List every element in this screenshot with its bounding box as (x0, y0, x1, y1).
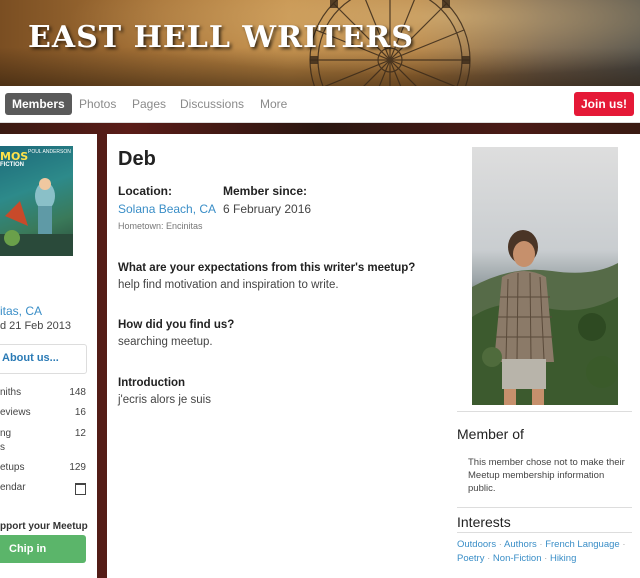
chip-in-button[interactable]: Chip in (0, 535, 86, 563)
stat-value: 148 (69, 387, 86, 398)
member-since-label: Member since: (223, 184, 308, 198)
group-nav-bar: Members Photos Pages Discussions More Jo… (0, 86, 640, 123)
stat-row[interactable]: eviews 16 (0, 407, 86, 418)
stat-value: 129 (69, 462, 86, 473)
answer-text: searching meetup. (118, 336, 213, 348)
tab-more[interactable]: More (260, 93, 287, 115)
panel-divider (457, 532, 632, 533)
stat-value: 12 (74, 428, 86, 439)
stat-label: etups (0, 462, 25, 473)
question-text: What are your expectations from this wri… (118, 262, 416, 274)
member-of-text: This member chose not to make their Meet… (468, 457, 625, 494)
stat-row[interactable]: s (0, 442, 86, 453)
panel-divider (457, 507, 632, 508)
interest-link[interactable]: Poetry (457, 553, 484, 564)
group-banner: EAST HELL WRITERS (0, 0, 640, 86)
chip-in-label: Chip in (9, 543, 47, 555)
interest-link[interactable]: French Language (545, 539, 619, 550)
stat-label: s (0, 442, 5, 453)
member-photo[interactable] (472, 147, 618, 405)
hometown-text: Hometown: Encinitas (118, 221, 203, 231)
member-profile-panel: Deb Location: Solana Beach, CA Hometown:… (107, 134, 640, 578)
stat-label: eviews (0, 407, 31, 418)
support-meetup-label: pport your Meetup (0, 521, 88, 532)
group-sidebar: MOS FICTION POUL ANDERSON itas, CA d 21 … (0, 134, 97, 578)
tab-members[interactable]: Members (5, 93, 72, 115)
answer-text: j'ecris alors je suis (118, 394, 211, 406)
interests-list: Outdoors · Authors · French Language · P… (457, 539, 626, 564)
about-us-label: About us... (2, 352, 59, 364)
stat-value: 16 (74, 407, 86, 418)
group-location-link[interactable]: itas, CA (0, 304, 42, 318)
group-cover-image[interactable]: MOS FICTION POUL ANDERSON (0, 146, 73, 256)
group-founded-date: d 21 Feb 2013 (0, 320, 71, 332)
question-text: How did you find us? (118, 319, 235, 331)
interest-link[interactable]: Non-Fiction (493, 553, 542, 564)
member-of-heading: Member of (457, 426, 524, 442)
stat-label: ng (0, 428, 12, 439)
stat-label: niths (0, 387, 22, 398)
calendar-icon[interactable] (75, 483, 86, 495)
panel-divider (457, 411, 632, 412)
cover-figure-illustration (0, 178, 73, 256)
tab-discussions[interactable]: Discussions (180, 93, 244, 115)
interests-heading: Interests (457, 514, 511, 530)
group-title[interactable]: EAST HELL WRITERS (28, 20, 414, 55)
stat-row[interactable]: endar (0, 482, 86, 495)
interest-link[interactable]: Authors (504, 539, 537, 550)
tab-photos[interactable]: Photos (79, 93, 116, 115)
answer-text: help find motivation and inspiration to … (118, 279, 339, 291)
member-since-value: 6 February 2016 (223, 202, 312, 216)
tab-pages[interactable]: Pages (132, 93, 166, 115)
interest-link[interactable]: Hiking (550, 553, 576, 564)
stat-row[interactable]: niths 148 (0, 387, 86, 398)
interest-link[interactable]: Outdoors (457, 539, 496, 550)
about-us-button[interactable]: About us... (0, 344, 87, 374)
location-link[interactable]: Solana Beach, CA (118, 202, 216, 216)
question-text: Introduction (118, 377, 186, 389)
location-label: Location: (118, 184, 172, 198)
member-name: Deb (118, 148, 156, 170)
member-photo-figure (472, 230, 618, 405)
join-us-button[interactable]: Join us! (574, 92, 634, 116)
stat-row[interactable]: etups 129 (0, 462, 86, 473)
stat-label: endar (0, 482, 26, 493)
stat-row[interactable]: ng 12 (0, 428, 86, 439)
